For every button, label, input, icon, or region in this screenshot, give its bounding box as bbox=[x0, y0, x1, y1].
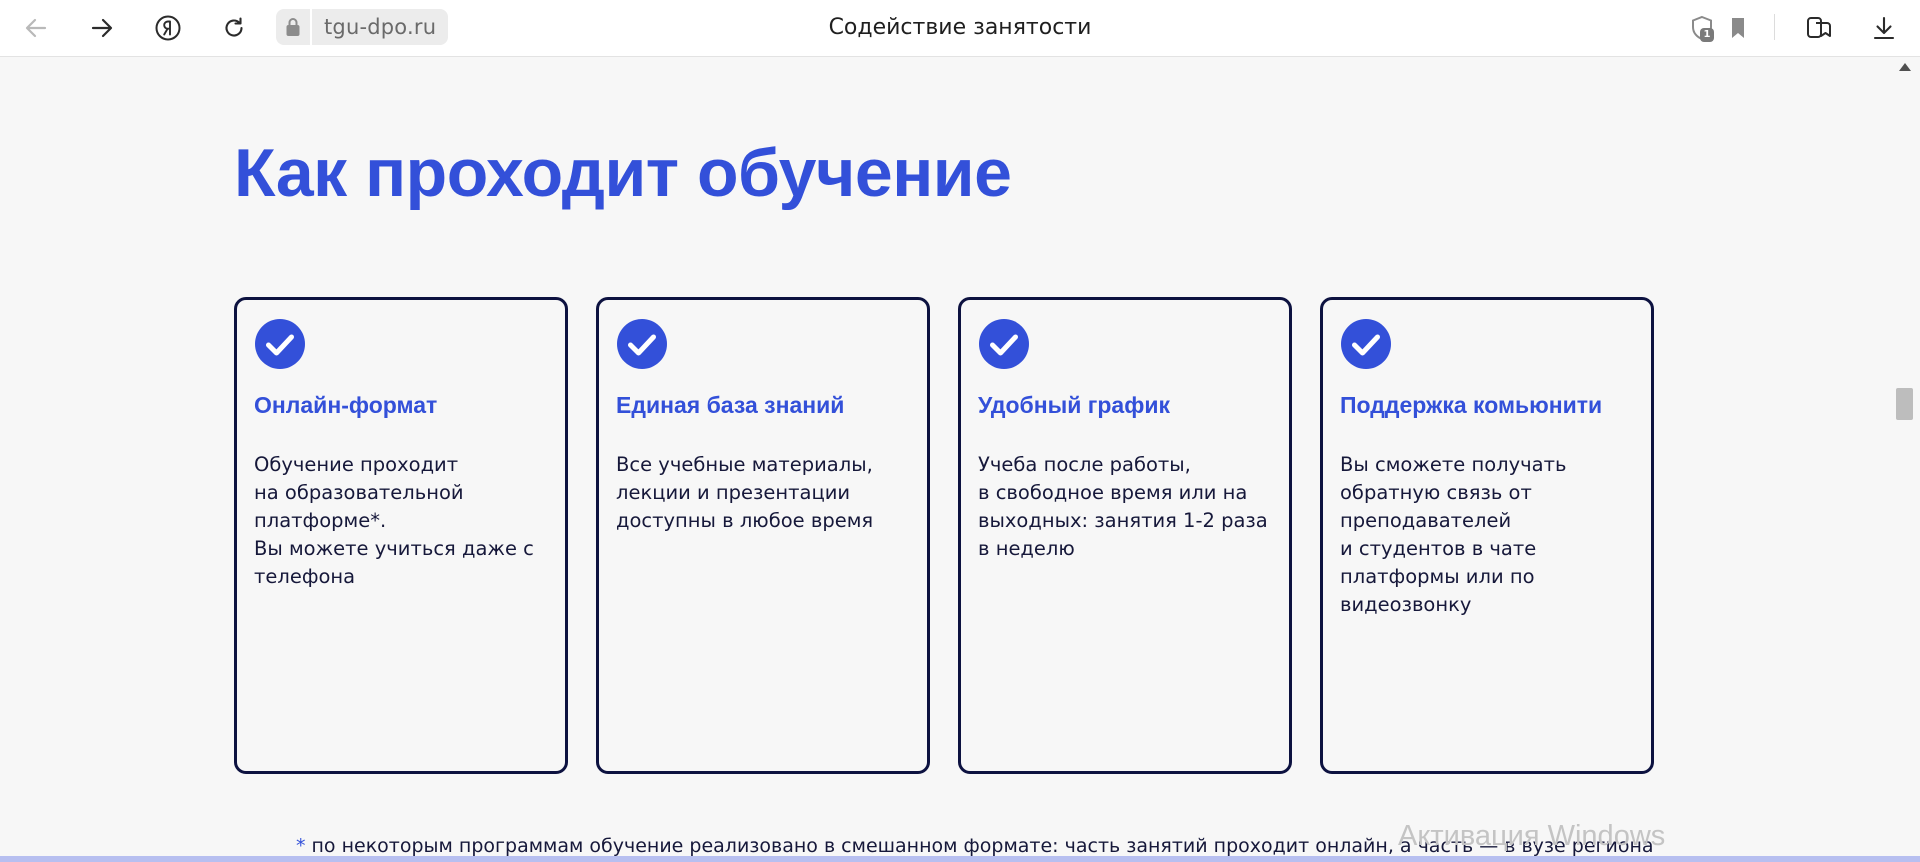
card-schedule: Удобный график Учеба после работы, в сво… bbox=[958, 297, 1292, 774]
card-description: Все учебные материалы, лекции и презента… bbox=[616, 453, 874, 532]
check-circle-icon bbox=[1341, 319, 1391, 369]
section-heading: Как проходит обучение bbox=[234, 135, 1012, 211]
bookmark-icon bbox=[1732, 18, 1744, 38]
downloads-button[interactable] bbox=[1862, 6, 1906, 50]
collections-icon bbox=[1807, 17, 1831, 38]
card-description: Учеба после работы, в свободное время ил… bbox=[978, 453, 1268, 560]
reload-icon bbox=[225, 17, 243, 37]
back-button[interactable] bbox=[14, 6, 58, 50]
page-title: Содействие занятости bbox=[828, 14, 1092, 40]
card-title: Поддержка комьюнити bbox=[1340, 392, 1603, 418]
collections-button[interactable] bbox=[1797, 6, 1841, 50]
page-scrollbar[interactable] bbox=[1890, 57, 1920, 862]
bottom-accent-strip bbox=[0, 856, 1920, 862]
address-bar[interactable]: tgu-dpo.ru bbox=[276, 9, 456, 45]
url-text[interactable]: tgu-dpo.ru bbox=[312, 9, 449, 45]
check-circle-icon bbox=[979, 319, 1029, 369]
forward-icon bbox=[91, 18, 113, 38]
download-icon bbox=[1873, 16, 1895, 40]
yandex-logo-icon bbox=[155, 15, 181, 41]
site-info-button[interactable] bbox=[276, 9, 310, 45]
bookmark-button[interactable] bbox=[1716, 6, 1760, 50]
card-title: Онлайн-формат bbox=[254, 392, 438, 418]
card-knowledge-base: Единая база знаний Все учебные материалы… bbox=[596, 297, 930, 774]
browser-toolbar: tgu-dpo.ru Содействие занятости 1 bbox=[0, 0, 1920, 57]
reload-button[interactable] bbox=[212, 6, 256, 50]
toolbar-divider bbox=[1774, 14, 1775, 40]
footnote-asterisk: * bbox=[296, 835, 306, 857]
card-online-format: Онлайн-формат Обучение проходит на образ… bbox=[234, 297, 568, 774]
windows-activation-watermark: Активация Windows bbox=[1398, 820, 1666, 852]
scroll-thumb[interactable] bbox=[1896, 388, 1913, 420]
card-title: Удобный график bbox=[978, 392, 1170, 418]
forward-button[interactable] bbox=[80, 6, 124, 50]
card-description: Вы сможете получать обратную связь от пр… bbox=[1340, 453, 1567, 616]
protect-badge: 1 bbox=[1700, 28, 1714, 42]
back-icon bbox=[25, 18, 47, 38]
check-circle-icon bbox=[617, 319, 667, 369]
lock-icon bbox=[286, 18, 300, 36]
scroll-up-arrow[interactable] bbox=[1899, 63, 1911, 71]
card-title: Единая база знаний bbox=[616, 392, 845, 418]
card-community-support: Поддержка комьюнити Вы сможете получать … bbox=[1320, 297, 1654, 774]
yandex-home-button[interactable] bbox=[146, 6, 190, 50]
check-circle-icon bbox=[255, 319, 305, 369]
card-description: Обучение проходит на образовательной пла… bbox=[254, 453, 534, 588]
